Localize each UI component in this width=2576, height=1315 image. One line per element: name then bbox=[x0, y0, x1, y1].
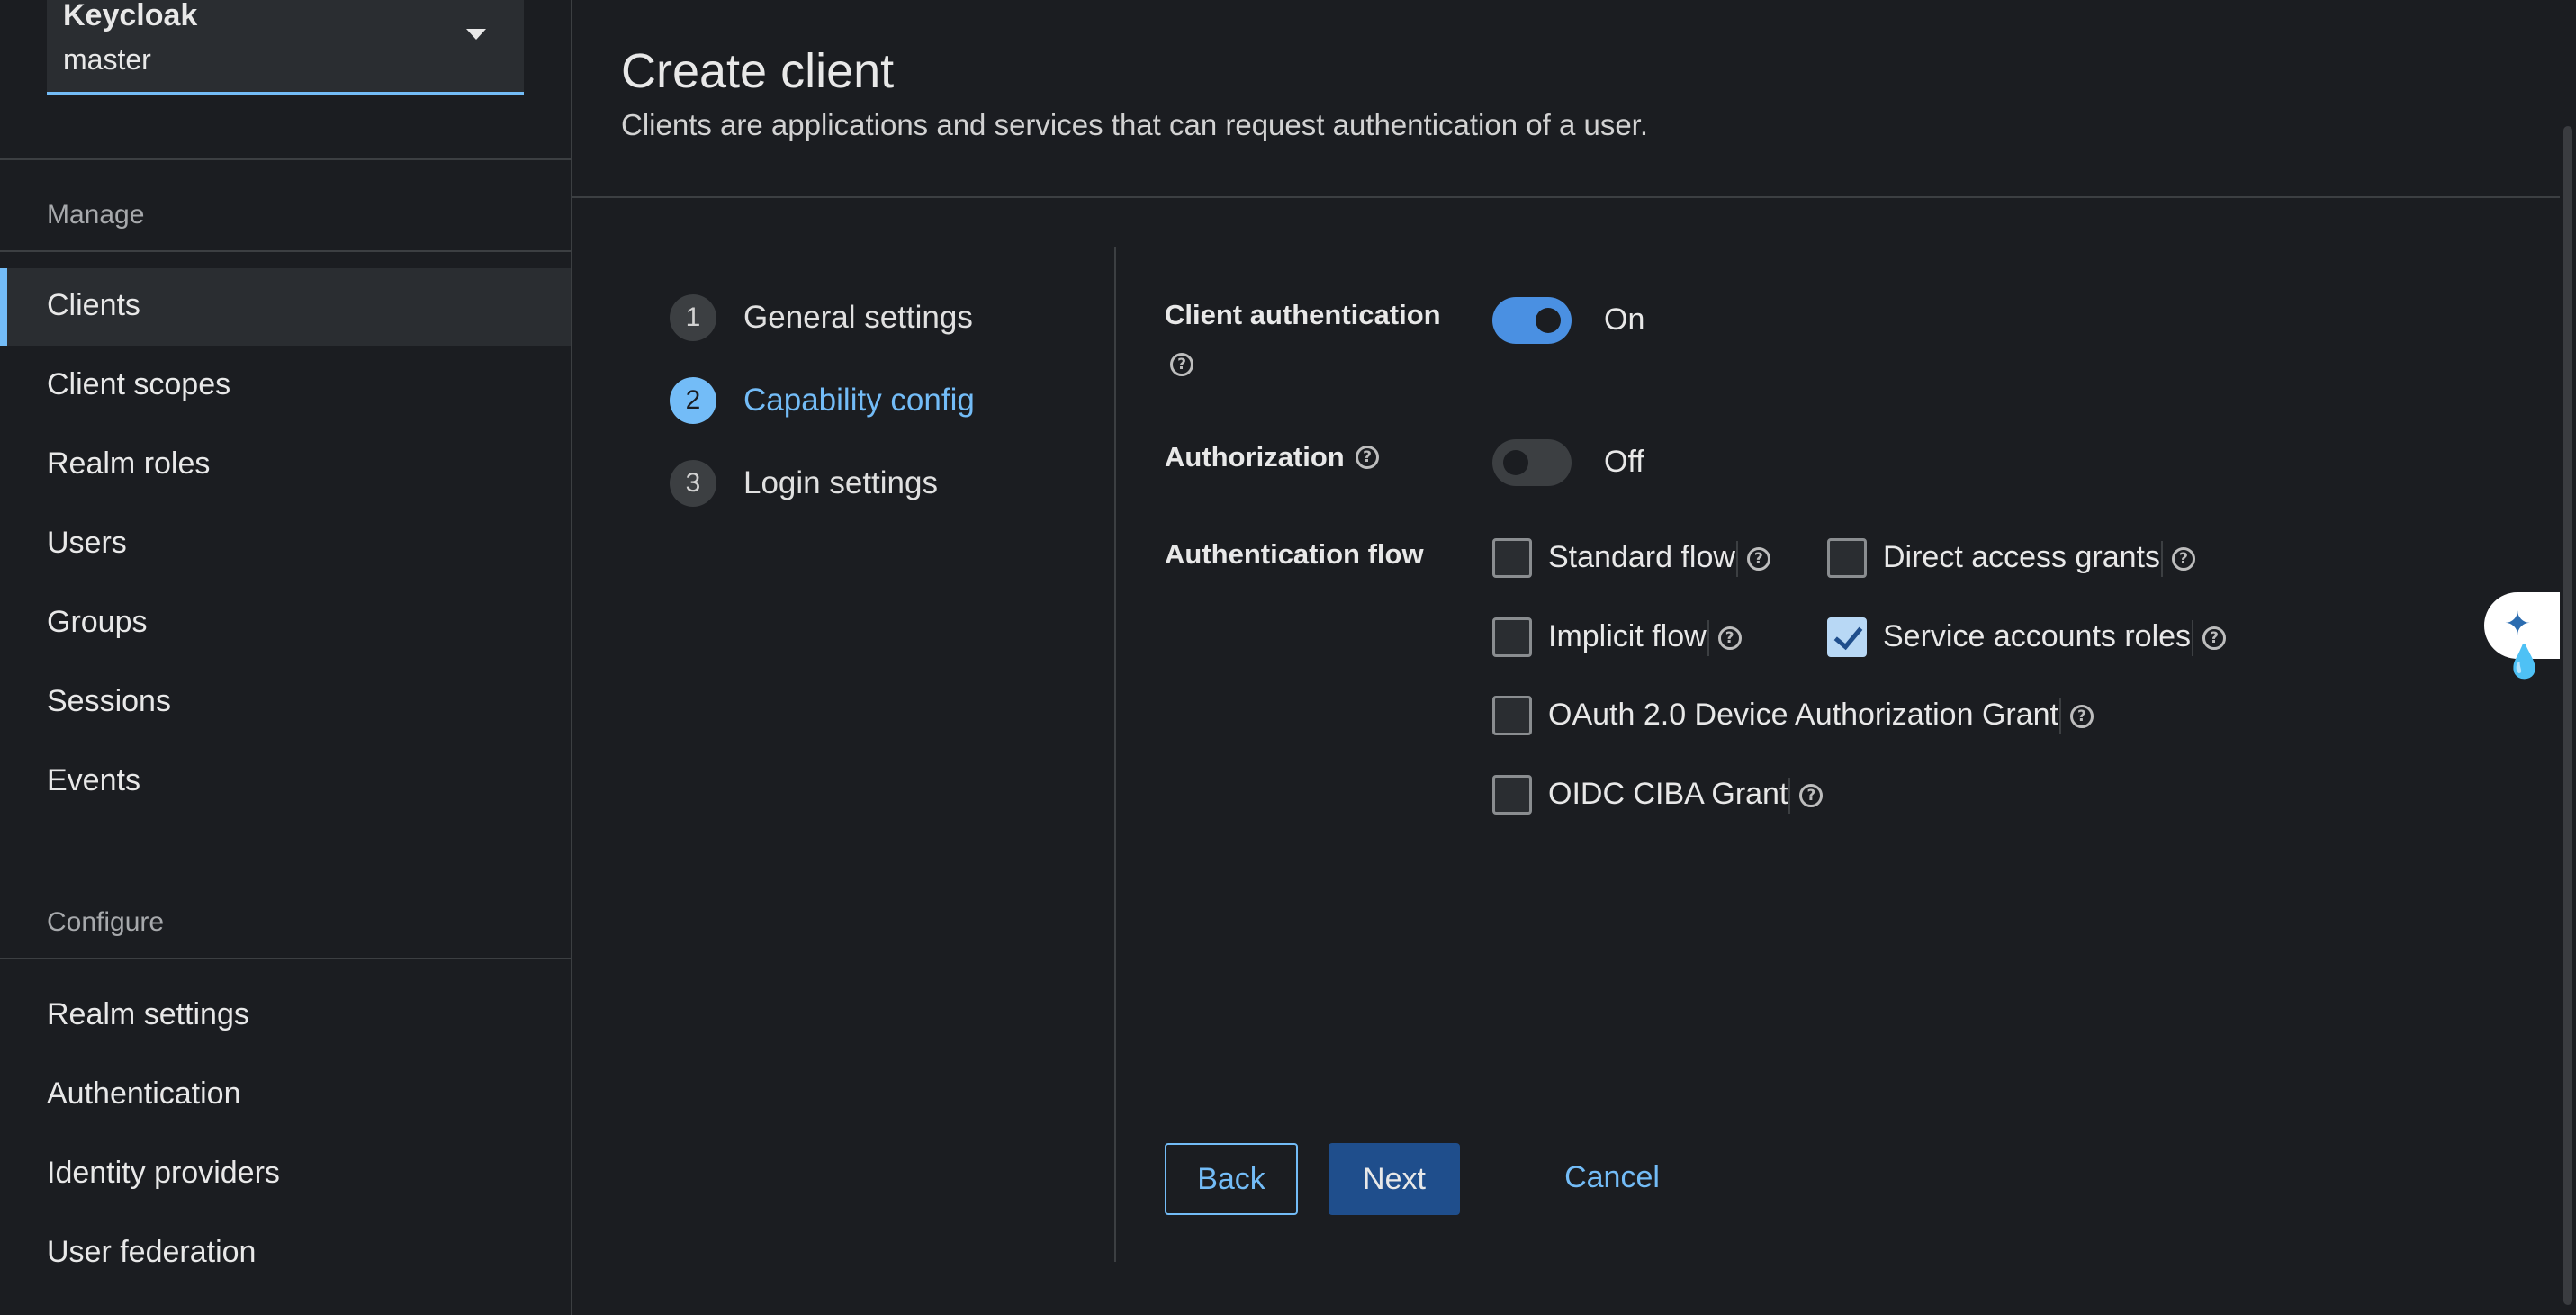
authorization-label: Authorization bbox=[1165, 441, 1345, 473]
help-icon[interactable]: ? bbox=[1170, 353, 1193, 376]
sidebar-item-users[interactable]: Users bbox=[0, 506, 571, 583]
checkbox-box[interactable] bbox=[1492, 617, 1532, 657]
step-label: Capability config bbox=[743, 383, 975, 418]
sidebar-item-label: Events bbox=[47, 763, 140, 797]
sidebar-divider bbox=[0, 958, 572, 959]
sidebar-item-authentication[interactable]: Authentication bbox=[0, 1057, 571, 1134]
sidebar-item-label: Identity providers bbox=[47, 1156, 280, 1190]
toggle-knob bbox=[1536, 308, 1561, 333]
sidebar-item-client-scopes[interactable]: Client scopes bbox=[0, 347, 571, 425]
client-authentication-toggle[interactable] bbox=[1492, 297, 1572, 344]
checkbox-label: Direct access grants bbox=[1883, 540, 2160, 574]
next-button[interactable]: Next bbox=[1329, 1143, 1460, 1215]
checkbox-box[interactable] bbox=[1492, 696, 1532, 735]
checkbox-label: OIDC CIBA Grant bbox=[1548, 777, 1788, 811]
checkbox-label: Service accounts roles bbox=[1883, 619, 2192, 653]
sidebar-item-label: Sessions bbox=[47, 684, 171, 718]
realm-selector[interactable]: Keycloak master bbox=[47, 0, 524, 95]
help-icon[interactable]: ? bbox=[1717, 626, 1742, 651]
sidebar-item-realm-settings[interactable]: Realm settings bbox=[0, 977, 571, 1055]
label-divider bbox=[1707, 620, 1709, 657]
authorization-state: Off bbox=[1604, 445, 1644, 479]
cancel-button[interactable]: Cancel bbox=[1545, 1143, 1680, 1215]
step-label: Login settings bbox=[743, 465, 938, 500]
toggle-knob bbox=[1503, 450, 1528, 475]
client-authentication-state: On bbox=[1604, 302, 1645, 337]
page-title: Create client bbox=[621, 44, 895, 98]
checkbox-label: OAuth 2.0 Device Authorization Grant bbox=[1548, 698, 2058, 732]
sidebar-item-label: Groups bbox=[47, 605, 148, 639]
help-icon[interactable]: ? bbox=[1799, 784, 1824, 808]
sidebar: Keycloak master Manage Clients Client sc… bbox=[0, 0, 572, 1315]
help-icon[interactable]: ? bbox=[2172, 547, 2195, 572]
step-number: 2 bbox=[670, 377, 716, 424]
sidebar-item-user-federation[interactable]: User federation bbox=[0, 1215, 571, 1292]
realm-current-value: master bbox=[63, 43, 151, 76]
authentication-flow-label: Authentication flow bbox=[1165, 538, 1424, 570]
authorization-toggle[interactable] bbox=[1492, 439, 1572, 486]
sidebar-item-label: Authentication bbox=[47, 1076, 241, 1111]
wizard-divider bbox=[1114, 247, 1116, 1262]
label-divider bbox=[1735, 541, 1738, 578]
label-divider bbox=[2161, 541, 2163, 578]
sidebar-item-label: Realm settings bbox=[47, 997, 249, 1031]
sidebar-item-label: User federation bbox=[47, 1235, 257, 1269]
checkbox-label-row: Implicit flow? bbox=[1548, 619, 1742, 657]
checkbox-label-row: OAuth 2.0 Device Authorization Grant? bbox=[1548, 698, 2094, 735]
sidebar-item-events[interactable]: Events bbox=[0, 743, 571, 821]
label-divider bbox=[2192, 620, 2194, 657]
sidebar-item-realm-roles[interactable]: Realm roles bbox=[0, 427, 571, 504]
checkbox-label-row: Standard flow? bbox=[1548, 540, 1770, 578]
sidebar-item-sessions[interactable]: Sessions bbox=[0, 664, 571, 742]
help-icon[interactable]: ? bbox=[2069, 705, 2094, 729]
sidebar-item-groups[interactable]: Groups bbox=[0, 585, 571, 662]
checkbox-box-checked[interactable] bbox=[1827, 617, 1867, 657]
nav-section-configure: Configure bbox=[47, 907, 165, 937]
caret-down-icon bbox=[466, 29, 486, 40]
checkbox-label-row: Service accounts roles? bbox=[1883, 619, 2227, 657]
label-divider bbox=[1788, 778, 1791, 815]
checkbox-box[interactable] bbox=[1827, 538, 1867, 578]
sidebar-divider bbox=[0, 250, 572, 252]
label-divider bbox=[2058, 698, 2061, 735]
sparkle-drop-icon: ✦💧 bbox=[2504, 605, 2544, 680]
sidebar-item-label: Client scopes bbox=[47, 367, 231, 401]
sidebar-item-label: Realm roles bbox=[47, 446, 211, 481]
checkbox-box[interactable] bbox=[1492, 538, 1532, 578]
page-header: Create client Clients are applications a… bbox=[572, 0, 2560, 198]
sidebar-item-label: Clients bbox=[47, 288, 140, 322]
checkbox-label-row: OIDC CIBA Grant? bbox=[1548, 777, 1824, 815]
sidebar-item-clients[interactable]: Clients bbox=[0, 268, 571, 346]
client-authentication-label: Client authentication bbox=[1165, 299, 1441, 330]
checkbox-box[interactable] bbox=[1492, 775, 1532, 815]
help-icon[interactable]: ? bbox=[1356, 446, 1379, 469]
step-label: General settings bbox=[743, 300, 973, 335]
sidebar-divider bbox=[0, 158, 572, 160]
sidebar-item-identity-providers[interactable]: Identity providers bbox=[0, 1136, 571, 1213]
scrollbar-thumb[interactable] bbox=[2563, 126, 2572, 1305]
realm-product-name: Keycloak bbox=[63, 0, 198, 32]
main-content: Create client Clients are applications a… bbox=[572, 0, 2560, 1315]
ai-assistant-button[interactable]: ✦💧 bbox=[2484, 592, 2562, 680]
help-icon[interactable]: ? bbox=[2202, 626, 2227, 651]
checkbox-label: Implicit flow bbox=[1548, 619, 1707, 653]
help-icon[interactable]: ? bbox=[1746, 547, 1770, 572]
nav-section-manage: Manage bbox=[47, 200, 145, 230]
checkbox-label-row: Direct access grants? bbox=[1883, 540, 2195, 578]
step-number: 1 bbox=[670, 294, 716, 341]
page-description: Clients are applications and services th… bbox=[621, 108, 1649, 141]
sidebar-item-label: Users bbox=[47, 526, 127, 560]
checkbox-label: Standard flow bbox=[1548, 540, 1735, 574]
step-number: 3 bbox=[670, 460, 716, 507]
back-button[interactable]: Back bbox=[1165, 1143, 1298, 1215]
